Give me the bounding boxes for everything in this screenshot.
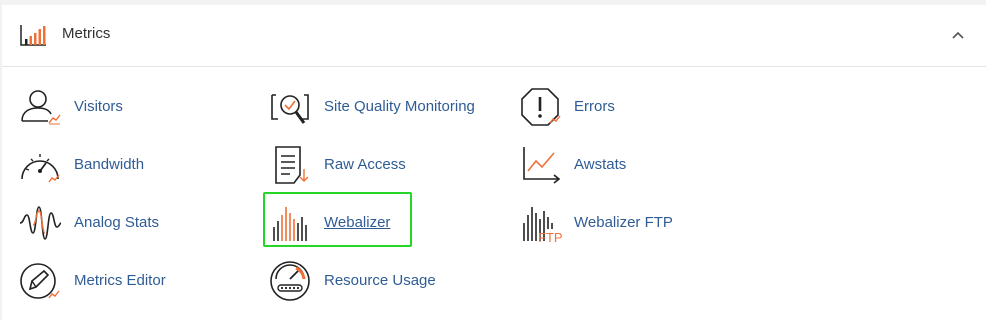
metrics-editor-icon — [20, 263, 60, 299]
metrics-panel: Metrics Visitors Site Quality Monitoring — [2, 5, 986, 320]
site-quality-icon — [271, 94, 309, 124]
errors-icon — [521, 88, 561, 126]
webalizer-ftp-icon-text: FTP — [538, 230, 562, 243]
visitors-label: Visitors — [74, 98, 123, 115]
raw-access-icon — [275, 146, 309, 184]
site-quality-monitoring-label: Site Quality Monitoring — [324, 98, 475, 115]
errors-label: Errors — [574, 98, 615, 115]
bandwidth-icon — [21, 154, 60, 183]
awstats-link[interactable]: Awstats — [518, 145, 748, 185]
chevron-up-icon[interactable] — [950, 29, 966, 41]
webalizer-ftp-label: Webalizer FTP — [574, 214, 673, 231]
webalizer-highlight-box — [263, 192, 412, 247]
awstats-icon — [523, 147, 561, 184]
analog-stats-icon — [19, 206, 62, 240]
site-quality-monitoring-link[interactable]: Site Quality Monitoring — [268, 87, 498, 127]
metrics-editor-label: Metrics Editor — [74, 272, 166, 289]
webalizer-ftp-icon: FTP — [523, 207, 562, 243]
raw-access-label: Raw Access — [324, 156, 406, 173]
analog-stats-label: Analog Stats — [74, 214, 160, 231]
analog-stats-link[interactable]: Analog Stats — [18, 203, 248, 243]
section-title: Metrics — [62, 25, 111, 42]
errors-link[interactable]: Errors — [518, 87, 748, 127]
visitors-icon — [21, 90, 61, 125]
bandwidth-link[interactable]: Bandwidth — [18, 145, 248, 185]
resource-usage-label: Resource Usage — [324, 272, 436, 289]
metrics-editor-link[interactable]: Metrics Editor — [18, 261, 248, 301]
bar-chart-icon — [20, 25, 46, 46]
webalizer-ftp-link[interactable]: FTP Webalizer FTP — [518, 203, 748, 243]
visitors-link[interactable]: Visitors — [18, 87, 248, 127]
resource-usage-icon — [270, 261, 310, 301]
bandwidth-label: Bandwidth — [74, 156, 145, 173]
awstats-label: Awstats — [574, 156, 627, 173]
section-header[interactable]: Metrics — [2, 5, 986, 67]
raw-access-link[interactable]: Raw Access — [268, 145, 498, 185]
resource-usage-link[interactable]: Resource Usage — [268, 261, 498, 301]
